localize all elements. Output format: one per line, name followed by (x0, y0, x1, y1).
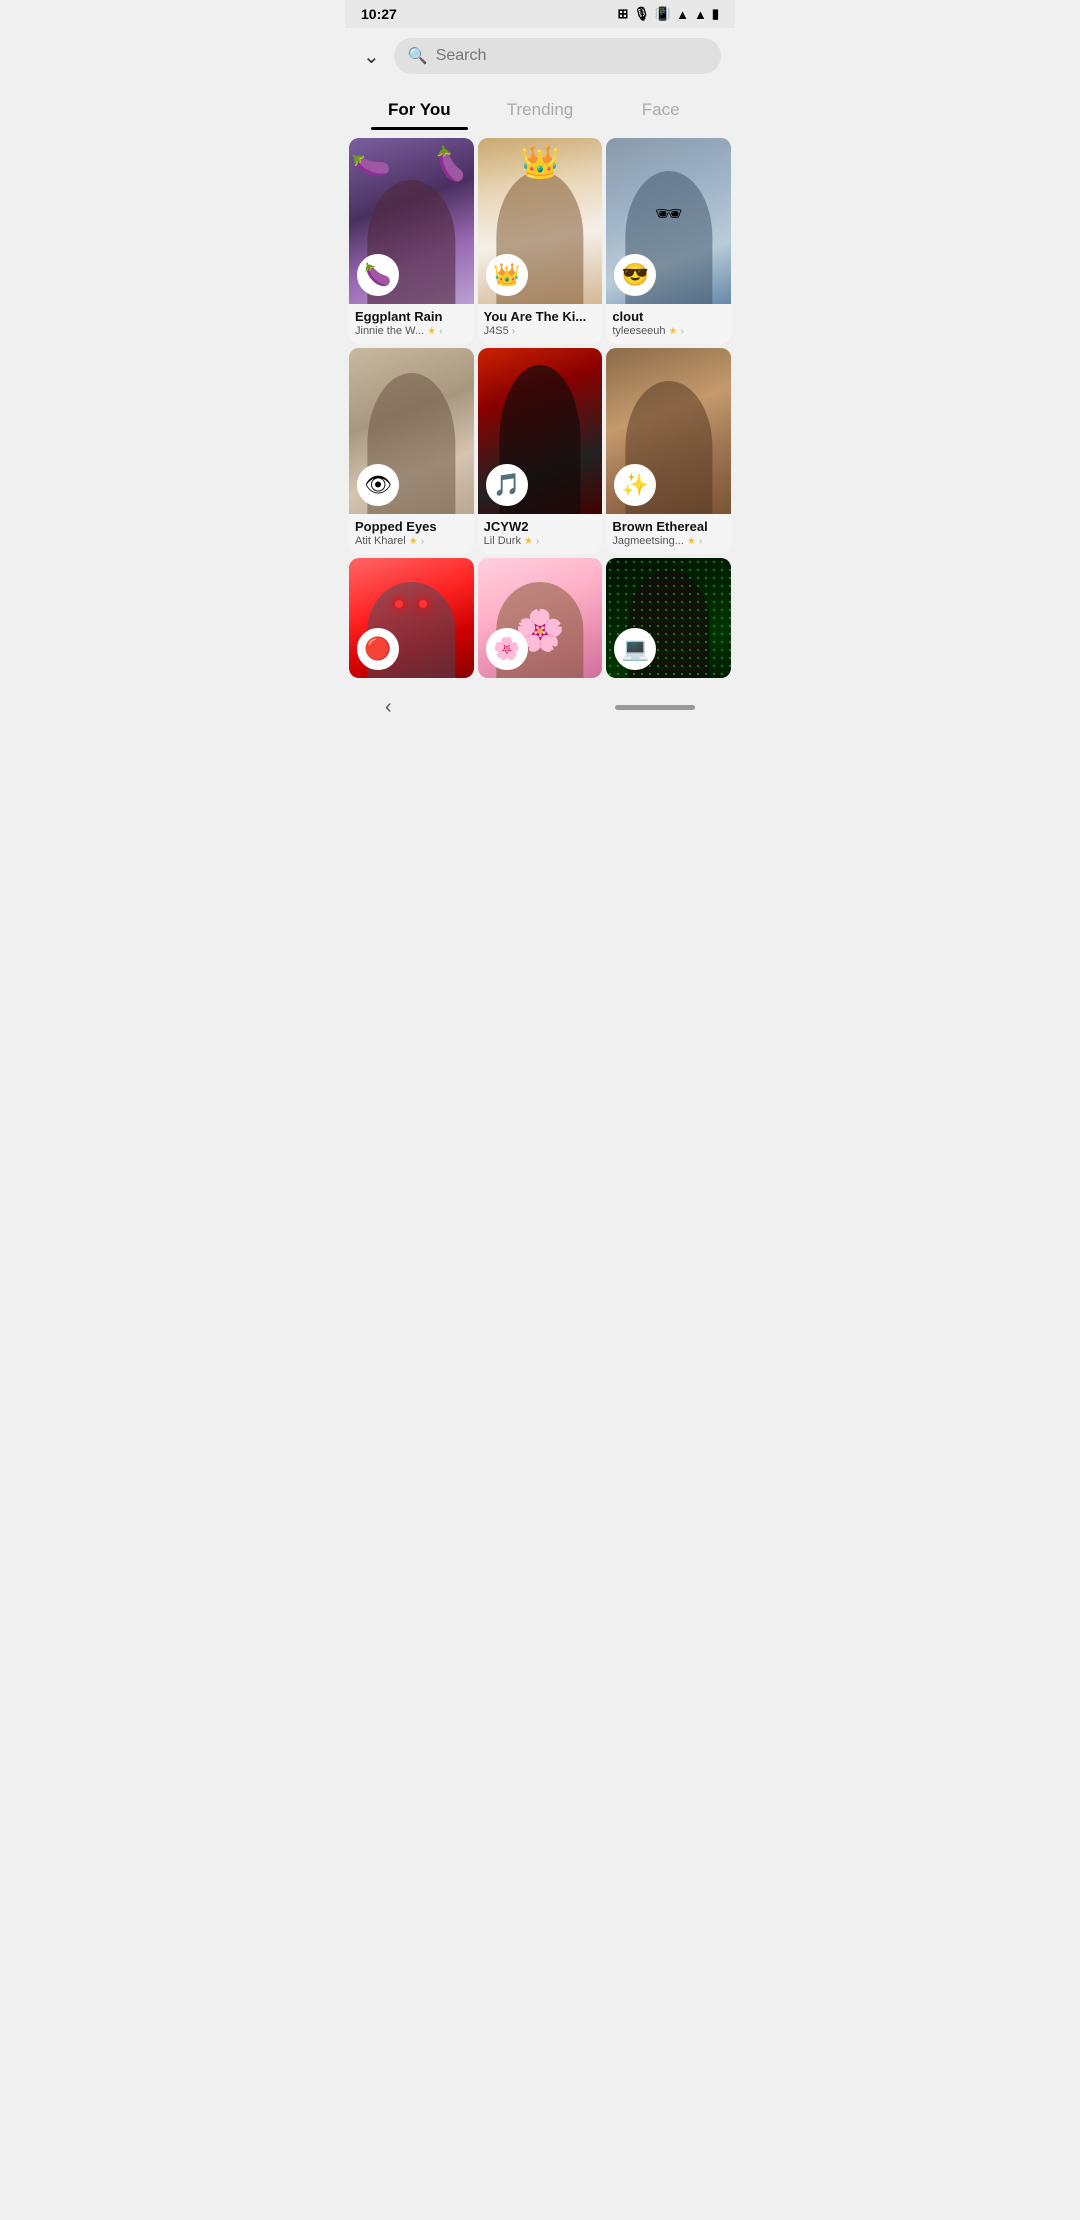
arrow-icon: › (421, 536, 424, 547)
verified-star-icon: ★ (427, 326, 436, 337)
clout-glasses-icon: 🕶 (655, 201, 683, 227)
filter-name-you-are-the-king: You Are The Ki... (484, 309, 597, 324)
eggplant-right-icon: 🍆 (429, 143, 473, 186)
bottom-bar: ‹ (345, 686, 735, 727)
filter-item-jcyw2[interactable]: 🎵 JCYW2 Lil Durk ★ › (478, 348, 603, 554)
filter-image-brown-ethereal: ✨ (606, 348, 731, 514)
filter-avatar-eggplant-rain: 🍆 (357, 254, 399, 296)
filter-author-jcyw2: Lil Durk ★ › (484, 535, 597, 547)
filter-info-jcyw2: JCYW2 Lil Durk ★ › (478, 514, 603, 554)
filters-grid: 🍆 🍆 🍆 Eggplant Rain Jinnie the W... ★ › … (345, 130, 735, 686)
eggplant-left-icon: 🍆 (349, 143, 393, 186)
verified-star-icon: ★ (524, 536, 533, 547)
filter-name-clout: clout (612, 309, 725, 324)
back-button[interactable]: ⌄ (359, 40, 384, 73)
filter-item-brown-ethereal[interactable]: ✨ Brown Ethereal Jagmeetsing... ★ › (606, 348, 731, 554)
vibrate-icon: 📳 (655, 6, 671, 22)
filter-name-eggplant-rain: Eggplant Rain (355, 309, 468, 324)
filter-info-brown-ethereal: Brown Ethereal Jagmeetsing... ★ › (606, 514, 731, 554)
filter-author-popped-eyes: Atit Kharel ★ › (355, 535, 468, 547)
mic-icon: 🎙 (633, 6, 650, 22)
verified-star-icon: ★ (409, 536, 418, 547)
filter-info-eggplant-rain: Eggplant Rain Jinnie the W... ★ › (349, 304, 474, 344)
arrow-icon: › (536, 536, 539, 547)
tab-trending[interactable]: Trending (480, 92, 601, 130)
filter-item-matrix-face[interactable]: 💻 (606, 558, 731, 678)
filter-image-jcyw2: 🎵 (478, 348, 603, 514)
author-name: Jinnie the W... (355, 325, 424, 337)
filter-name-jcyw2: JCYW2 (484, 519, 597, 534)
chevron-down-icon: ⌄ (363, 46, 380, 68)
status-icons: ⊞ 🎙 📳 ▲ ▲ ▮ (617, 6, 719, 22)
filter-author-you-are-the-king: J4S5 › (484, 325, 597, 337)
filter-avatar-cherry-blossom: 🌸 (486, 628, 528, 670)
search-input[interactable] (436, 47, 707, 65)
filter-item-you-are-the-king[interactable]: 👑 👑 You Are The Ki... J4S5 › (478, 138, 603, 344)
author-name: tyleeseeuh (612, 325, 665, 337)
filter-item-popped-eyes[interactable]: 👁 Popped Eyes Atit Kharel ★ › (349, 348, 474, 554)
filter-image-matrix-face: 💻 (606, 558, 731, 678)
filter-image-popped-eyes: 👁 (349, 348, 474, 514)
arrow-icon: › (439, 326, 442, 337)
tab-face[interactable]: Face (600, 92, 721, 130)
filter-info-clout: clout tyleeseeuh ★ › (606, 304, 731, 344)
tab-for-you[interactable]: For You (359, 92, 480, 130)
author-name: Lil Durk (484, 535, 521, 547)
author-name: Atit Kharel (355, 535, 406, 547)
back-nav-button[interactable]: ‹ (385, 696, 392, 719)
tabs-bar: For You Trending Face (345, 84, 735, 130)
filter-item-eggplant-rain[interactable]: 🍆 🍆 🍆 Eggplant Rain Jinnie the W... ★ › (349, 138, 474, 344)
red-eyes-decor (395, 600, 427, 608)
signal-icon: ▲ (694, 7, 707, 22)
author-name: Jagmeetsing... (612, 535, 684, 547)
clipboard-icon: ⊞ (617, 6, 628, 22)
search-icon: 🔍 (408, 46, 428, 66)
filter-author-brown-ethereal: Jagmeetsing... ★ › (612, 535, 725, 547)
header: ⌄ 🔍 (345, 28, 735, 84)
filter-author-clout: tyleeseeuh ★ › (612, 325, 725, 337)
filter-avatar-you-are-the-king: 👑 (486, 254, 528, 296)
status-time: 10:27 (361, 6, 397, 22)
filter-info-popped-eyes: Popped Eyes Atit Kharel ★ › (349, 514, 474, 554)
status-bar: 10:27 ⊞ 🎙 📳 ▲ ▲ ▮ (345, 0, 735, 28)
filter-author-eggplant-rain: Jinnie the W... ★ › (355, 325, 468, 337)
filter-avatar-jcyw2: 🎵 (486, 464, 528, 506)
search-bar[interactable]: 🔍 (394, 38, 721, 74)
filter-image-cherry-blossom: 🌸 🌸 (478, 558, 603, 678)
wifi-icon: ▲ (676, 7, 689, 22)
filter-item-cherry-blossom[interactable]: 🌸 🌸 (478, 558, 603, 678)
arrow-icon: › (699, 536, 702, 547)
filter-image-red-glow: 🔴 (349, 558, 474, 678)
filter-image-you-are-the-king: 👑 👑 (478, 138, 603, 304)
verified-star-icon: ★ (669, 326, 678, 337)
filter-image-clout: 🕶 😎 (606, 138, 731, 304)
filter-name-brown-ethereal: Brown Ethereal (612, 519, 725, 534)
filter-item-clout[interactable]: 🕶 😎 clout tyleeseeuh ★ › (606, 138, 731, 344)
battery-icon: ▮ (712, 6, 719, 22)
verified-star-icon: ★ (687, 536, 696, 547)
scroll-indicator (615, 705, 695, 710)
arrow-icon: › (512, 326, 515, 337)
filter-image-eggplant-rain: 🍆 🍆 🍆 (349, 138, 474, 304)
filter-info-you-are-the-king: You Are The Ki... J4S5 › (478, 304, 603, 344)
filter-name-popped-eyes: Popped Eyes (355, 519, 468, 534)
author-name: J4S5 (484, 325, 509, 337)
arrow-icon: › (681, 326, 684, 337)
crown-decor-icon: 👑 (520, 143, 560, 181)
filter-item-red-glow[interactable]: 🔴 (349, 558, 474, 678)
